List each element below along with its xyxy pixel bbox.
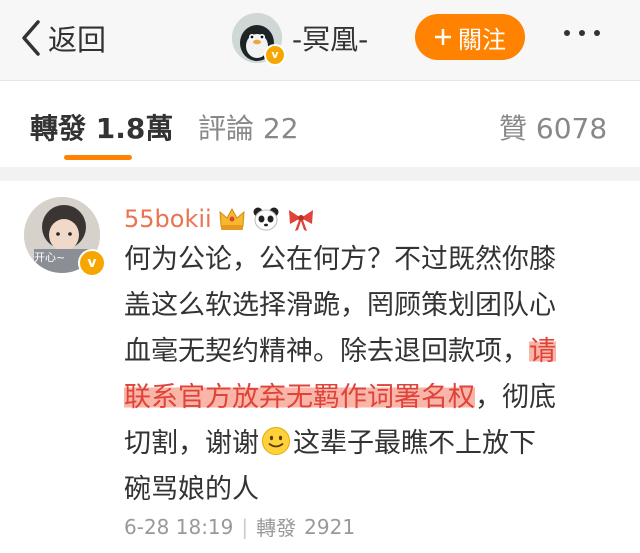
plus-icon — [435, 29, 451, 45]
author-avatar[interactable]: v — [232, 13, 286, 66]
verified-badge-icon: v — [78, 249, 106, 277]
follow-label: 關注 — [458, 25, 506, 54]
post-text: 何为公论，公在何方？不过既然你膝 — [124, 244, 556, 275]
tab-comments[interactable]: 評論 22 — [198, 107, 299, 147]
top-navigation-bar: 返回 v -冥凰- 關注 — [0, 0, 640, 81]
bow-icon — [288, 210, 313, 231]
avatar-caption: 开心~ — [34, 251, 66, 264]
tab-likes[interactable]: 贊 6078 — [499, 107, 607, 147]
post-repost-count: 2921 — [304, 514, 356, 539]
post-text: 碗骂娘的人 — [124, 474, 259, 505]
back-label: 返回 — [48, 23, 107, 57]
post-text: 切割，谢谢 — [124, 428, 259, 459]
section-divider — [0, 167, 640, 181]
user-avatar[interactable]: 开心~ v — [24, 197, 106, 277]
post-line-2: 盖这么软选择滑跪，罔顾策划团队心 — [124, 283, 624, 329]
back-button[interactable]: 返回 — [20, 16, 106, 60]
tab-comments-label: 評論 — [198, 112, 255, 145]
post-body: 何为公论，公在何方？不过既然你膝 盖这么软选择滑跪，罔顾策划团队心 血毫无契约精… — [124, 237, 624, 513]
user-name-row: 55bokii — [124, 205, 316, 233]
more-dots-icon — [564, 30, 570, 36]
tab-likes-count: 6078 — [535, 112, 608, 145]
repost-item: 开心~ v 55bokii 何为公论，公在何方？不过既然你膝 盖这么软选择滑跪，… — [0, 181, 640, 553]
post-text: 血毫无契约精神。除去退回款项， — [124, 336, 529, 367]
post-text: ，彻底 — [475, 382, 556, 413]
tab-comments-count: 22 — [262, 112, 299, 145]
username[interactable]: 55bokii — [124, 205, 212, 233]
tab-likes-label: 贊 — [499, 112, 528, 145]
post-text: 这辈子最瞧不上放下 — [293, 428, 536, 459]
post-line-6: 碗骂娘的人 — [124, 467, 624, 513]
post-line-4: 联系官方放弃无羁作词署名权，彻底 — [124, 375, 624, 421]
post-timestamp: 6-28 18:19 — [124, 514, 234, 539]
tab-reposts-label: 轉發 — [30, 112, 87, 145]
post-line-1: 何为公论，公在何方？不过既然你膝 — [124, 237, 624, 283]
meta-divider: | — [241, 514, 249, 539]
post-meta: 6-28 18:19 | 轉發 2921 — [124, 512, 355, 541]
tab-reposts-count: 1.8萬 — [95, 112, 174, 145]
tab-reposts[interactable]: 轉發 1.8萬 — [30, 107, 173, 147]
post-repost-label[interactable]: 轉發 — [256, 512, 296, 541]
highlighted-text: 请 — [529, 336, 556, 367]
page-title-group[interactable]: v -冥凰- — [232, 12, 369, 66]
crown-badge-icon — [219, 207, 245, 230]
post-line-3: 血毫无契约精神。除去退回款项，请 — [124, 329, 624, 375]
tab-bar: 轉發 1.8萬 評論 22 贊 6078 — [0, 81, 640, 167]
page-title: -冥凰- — [292, 23, 369, 56]
follow-button[interactable]: 關注 — [415, 14, 525, 60]
chevron-left-icon — [22, 20, 40, 56]
panda-icon — [253, 207, 279, 231]
highlighted-text: 联系官方放弃无羁作词署名权 — [124, 382, 475, 413]
post-line-5: 切割，谢谢 这辈子最瞧不上放下 — [124, 421, 624, 467]
active-tab-indicator — [64, 155, 132, 160]
verified-badge-icon: v — [264, 44, 286, 66]
smile-emoji-icon — [262, 427, 290, 455]
more-options-button[interactable] — [564, 30, 600, 36]
post-text: 盖这么软选择滑跪，罔顾策划团队心 — [124, 290, 556, 321]
